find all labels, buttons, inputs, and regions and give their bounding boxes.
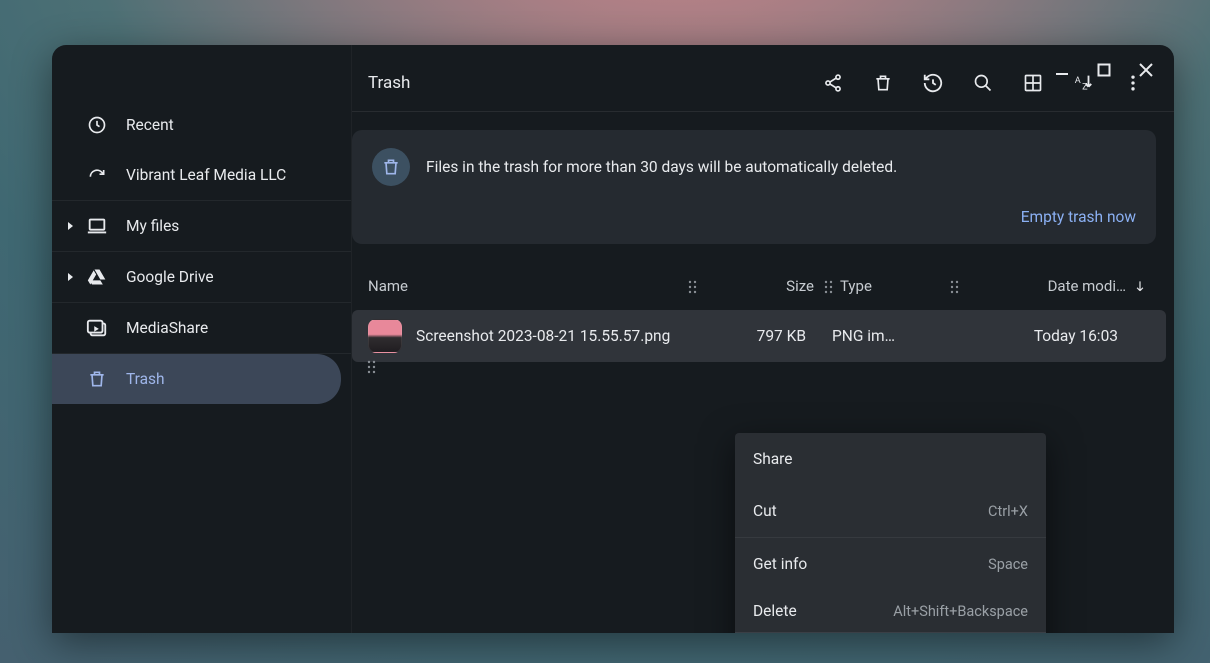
column-header-size[interactable]: Size bbox=[704, 277, 824, 295]
google-drive-icon bbox=[86, 266, 108, 288]
sidebar-item-shortcut-1[interactable]: Vibrant Leaf Media LLC bbox=[52, 150, 351, 200]
context-menu: Share Cut Ctrl+X Get info Space Delete A… bbox=[735, 433, 1046, 633]
sidebar-item-label: Recent bbox=[126, 116, 174, 134]
column-header-type[interactable]: Type bbox=[840, 277, 950, 295]
file-table: Name Size Type Date modi… Screenshot 202… bbox=[352, 262, 1174, 362]
context-menu-share[interactable]: Share bbox=[735, 433, 1046, 485]
sidebar-item-my-files[interactable]: My files bbox=[52, 201, 351, 251]
empty-trash-link[interactable]: Empty trash now bbox=[372, 208, 1136, 226]
menu-item-label: Get info bbox=[753, 555, 807, 573]
menu-item-shortcut: Alt+Shift+Backspace bbox=[893, 603, 1028, 620]
column-resize-handle[interactable] bbox=[824, 280, 834, 294]
laptop-icon bbox=[86, 215, 108, 237]
sidebar-item-label: Vibrant Leaf Media LLC bbox=[126, 166, 286, 184]
expand-icon[interactable] bbox=[66, 221, 76, 231]
menu-item-label: Cut bbox=[753, 502, 777, 520]
media-share-icon bbox=[86, 317, 108, 339]
sidebar-resize-handle[interactable] bbox=[364, 355, 380, 379]
file-date: Today 16:03 bbox=[958, 327, 1118, 345]
menu-item-label: Delete bbox=[753, 602, 797, 620]
sidebar-item-label: Google Drive bbox=[126, 268, 214, 286]
file-type: PNG im… bbox=[832, 327, 942, 345]
column-resize-handle[interactable] bbox=[688, 280, 698, 294]
sidebar-item-google-drive[interactable]: Google Drive bbox=[52, 252, 351, 302]
trash-banner-icon bbox=[372, 148, 410, 186]
sidebar-item-trash[interactable]: Trash bbox=[52, 354, 341, 404]
menu-item-shortcut: Ctrl+X bbox=[988, 503, 1028, 520]
share-button[interactable] bbox=[810, 60, 856, 106]
close-button[interactable] bbox=[1128, 52, 1164, 88]
sidebar-item-mediashare[interactable]: MediaShare bbox=[52, 303, 351, 353]
minimize-button[interactable] bbox=[1044, 52, 1080, 88]
banner-message: Files in the trash for more than 30 days… bbox=[426, 158, 1136, 176]
clock-icon bbox=[86, 114, 108, 136]
file-size: 797 KB bbox=[696, 327, 816, 345]
delete-button[interactable] bbox=[860, 60, 906, 106]
table-header: Name Size Type Date modi… bbox=[352, 262, 1174, 310]
context-menu-delete[interactable]: Delete Alt+Shift+Backspace bbox=[735, 590, 1046, 632]
table-row[interactable]: Screenshot 2023-08-21 15.55.57.png 797 K… bbox=[352, 310, 1166, 362]
menu-item-label: Share bbox=[753, 450, 793, 468]
menu-item-shortcut: Space bbox=[988, 556, 1028, 573]
sort-direction-icon[interactable] bbox=[1126, 279, 1154, 293]
page-title: Trash bbox=[364, 73, 810, 93]
column-resize-handle[interactable] bbox=[950, 280, 960, 294]
column-header-name[interactable]: Name bbox=[368, 277, 688, 295]
sidebar-item-recent[interactable]: Recent bbox=[52, 100, 351, 150]
divider bbox=[352, 111, 1174, 112]
redo-arrow-icon bbox=[86, 164, 108, 186]
column-header-date[interactable]: Date modi… bbox=[966, 277, 1126, 295]
sidebar-item-label: My files bbox=[126, 217, 179, 235]
file-manager-window: Recent Vibrant Leaf Media LLC bbox=[52, 45, 1174, 633]
maximize-button[interactable] bbox=[1086, 52, 1122, 88]
expand-icon[interactable] bbox=[66, 272, 76, 282]
trash-icon bbox=[86, 368, 108, 390]
sidebar-item-label: MediaShare bbox=[126, 319, 208, 337]
file-name: Screenshot 2023-08-21 15.55.57.png bbox=[416, 327, 670, 345]
context-menu-get-info[interactable]: Get info Space bbox=[735, 538, 1046, 590]
sidebar-item-label: Trash bbox=[126, 370, 165, 388]
history-button[interactable] bbox=[910, 60, 956, 106]
window-controls bbox=[1044, 45, 1174, 95]
search-button[interactable] bbox=[960, 60, 1006, 106]
trash-info-banner: Files in the trash for more than 30 days… bbox=[352, 130, 1156, 244]
context-menu-restore[interactable]: Restore from trash Alt+Backspace bbox=[735, 632, 1046, 633]
sidebar: Recent Vibrant Leaf Media LLC bbox=[52, 45, 352, 633]
file-thumbnail bbox=[368, 319, 402, 353]
context-menu-cut[interactable]: Cut Ctrl+X bbox=[735, 485, 1046, 537]
